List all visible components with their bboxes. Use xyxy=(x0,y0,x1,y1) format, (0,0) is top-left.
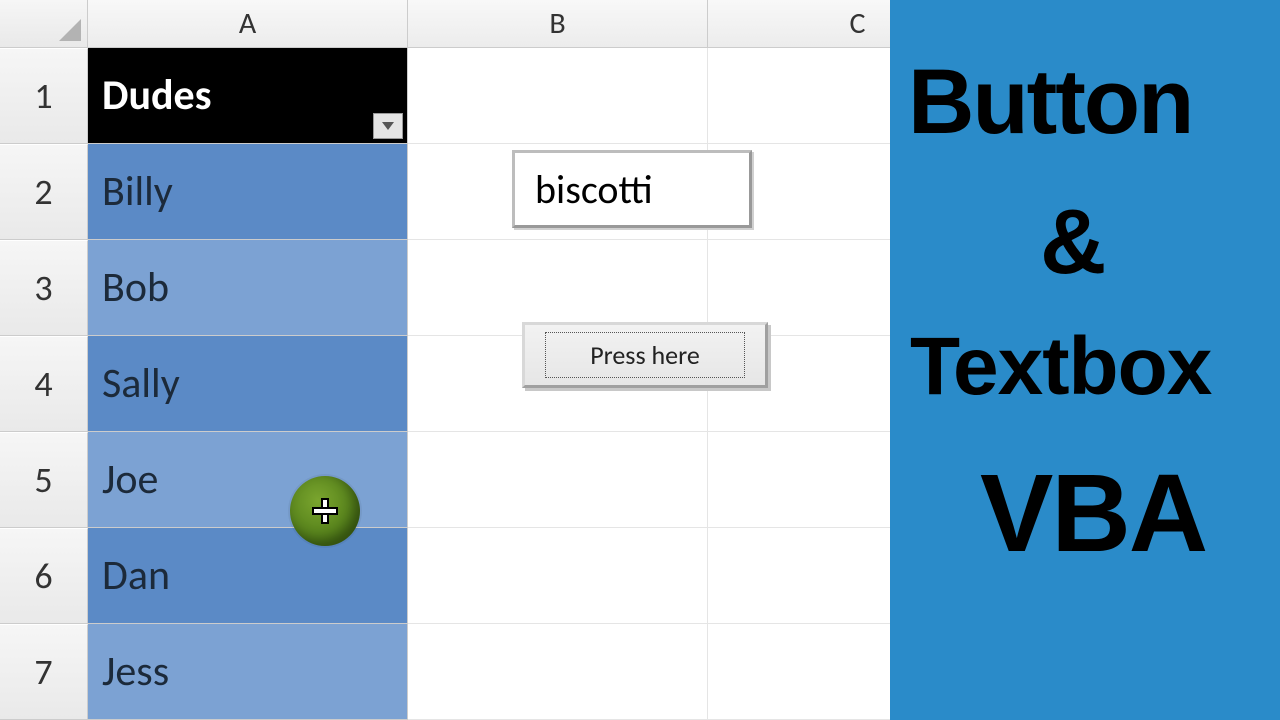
textbox-value: biscotti xyxy=(535,165,653,214)
cell-A2[interactable]: Billy xyxy=(88,144,408,240)
cell-A6[interactable]: Dan xyxy=(88,528,408,624)
cell-A4[interactable]: Sally xyxy=(88,336,408,432)
cell-B7[interactable] xyxy=(408,624,708,720)
row-header-4[interactable]: 4 xyxy=(0,336,88,432)
cursor-highlight-icon xyxy=(290,476,360,546)
cell-B6[interactable] xyxy=(408,528,708,624)
cell-A1[interactable]: Dudes xyxy=(88,48,408,144)
column-header-row: A B C xyxy=(0,0,1008,48)
overlay-line-4: VBA xyxy=(980,450,1206,577)
column-header-A[interactable]: A xyxy=(88,0,408,48)
grid-rows: 1 Dudes 2 Billy 3 Bob 4 Sally 5 xyxy=(0,48,1008,720)
select-all-corner[interactable] xyxy=(0,0,88,48)
row-header-6[interactable]: 6 xyxy=(0,528,88,624)
cell-A3[interactable]: Bob xyxy=(88,240,408,336)
cell-A7[interactable]: Jess xyxy=(88,624,408,720)
table-header-label: Dudes xyxy=(102,70,211,121)
title-overlay-panel: Button & Textbox VBA xyxy=(890,0,1280,720)
button-label: Press here xyxy=(545,332,745,378)
column-header-B[interactable]: B xyxy=(408,0,708,48)
press-here-button[interactable]: Press here xyxy=(522,322,768,388)
row-header-2[interactable]: 2 xyxy=(0,144,88,240)
cell-B1[interactable] xyxy=(408,48,708,144)
cell-B5[interactable] xyxy=(408,432,708,528)
overlay-line-2: & xyxy=(1040,190,1106,295)
row-header-3[interactable]: 3 xyxy=(0,240,88,336)
filter-dropdown-button[interactable] xyxy=(373,113,403,139)
row-header-5[interactable]: 5 xyxy=(0,432,88,528)
overlay-line-1: Button xyxy=(908,50,1192,155)
row-header-7[interactable]: 7 xyxy=(0,624,88,720)
overlay-line-3: Textbox xyxy=(910,320,1211,414)
plus-icon xyxy=(314,500,336,522)
row-header-1[interactable]: 1 xyxy=(0,48,88,144)
textbox-control[interactable]: biscotti xyxy=(512,150,752,228)
cell-A5[interactable]: Joe xyxy=(88,432,408,528)
